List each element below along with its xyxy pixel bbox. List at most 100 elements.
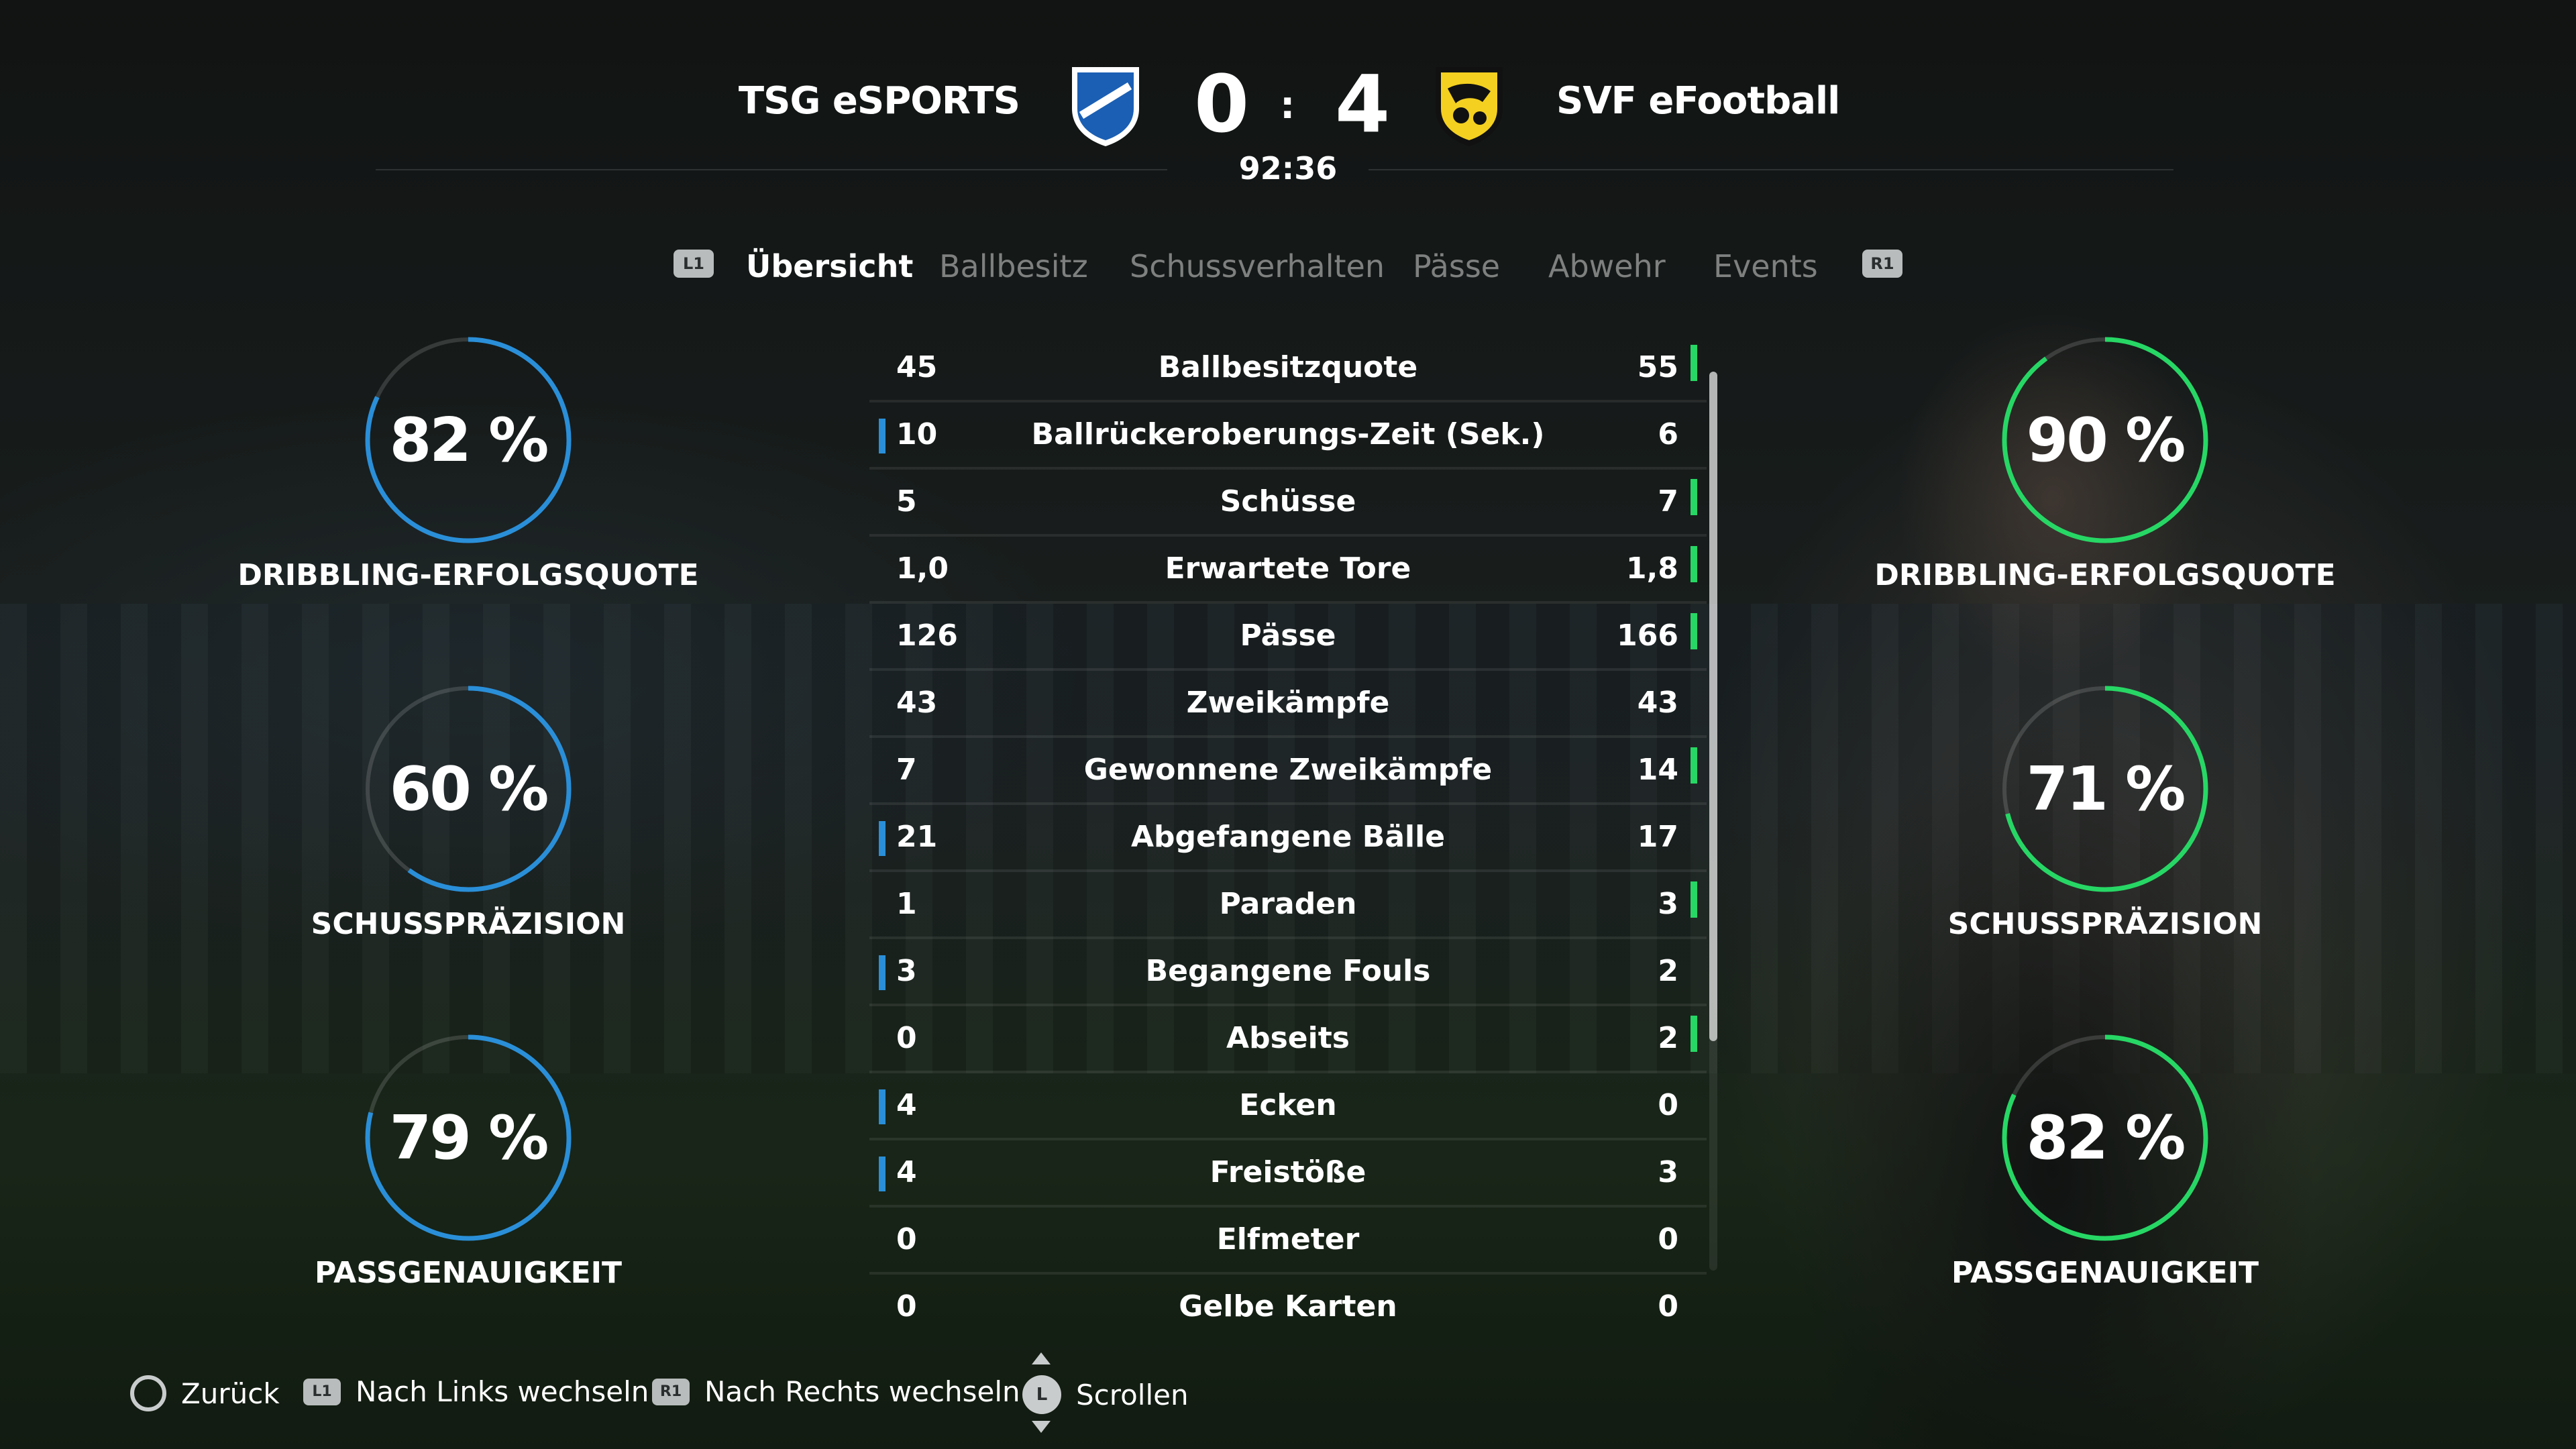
switch-left-hint[interactable]: L1 Nach Links wechseln: [303, 1375, 649, 1408]
home-team-name: TSG eSPORTS: [738, 79, 1020, 123]
tab-passes[interactable]: Pässe: [1413, 248, 1500, 284]
away-stat-value: 166: [1617, 619, 1678, 653]
stat-row: 43 Zweikämpfe 43: [869, 671, 1707, 738]
l1-button-icon: L1: [303, 1378, 341, 1405]
scroll-up-arrow-icon: [1032, 1352, 1051, 1364]
stat-row: 45 Ballbesitzquote 55: [869, 335, 1707, 402]
stats-scrollbar-thumb[interactable]: [1709, 372, 1717, 1041]
stat-row: 5 Schüsse 7: [869, 470, 1707, 537]
home-score: 0: [1194, 58, 1250, 150]
stat-row: 10 Ballrückeroberungs-Zeit (Sek.) 6: [869, 402, 1707, 470]
away-score: 4: [1335, 58, 1391, 150]
away-stat-value: 6: [1658, 417, 1678, 451]
stat-row: 3 Begangene Fouls 2: [869, 939, 1707, 1006]
tab-defense[interactable]: Abwehr: [1548, 248, 1666, 284]
stat-row: 0 Gelbe Karten 0: [869, 1275, 1707, 1339]
tab-events[interactable]: Events: [1713, 248, 1818, 284]
stat-label: Begangene Fouls: [1145, 954, 1431, 988]
away-leader-bar: [1690, 345, 1697, 381]
away-team-name: SVF eFootball: [1556, 79, 1840, 123]
home-shot-accuracy-value: 60 %: [389, 753, 549, 824]
away-leader-bar: [1690, 546, 1697, 582]
stat-label: Zweikämpfe: [1186, 686, 1390, 720]
away-leader-bar: [1690, 613, 1697, 649]
header-divider-left: [376, 169, 1167, 170]
home-dribbling-value: 82 %: [389, 405, 549, 476]
stats-table[interactable]: 45 Ballbesitzquote 55 10 Ballrückeroberungs…: [869, 335, 1707, 1339]
switch-left-label: Nach Links wechseln: [356, 1375, 649, 1408]
stat-label: Paraden: [1219, 887, 1357, 921]
away-dribbling-value: 90 %: [2026, 405, 2186, 476]
stat-label: Elfmeter: [1216, 1222, 1360, 1256]
away-dribbling-label: DRIBBLING-ERFOLGSQUOTE: [1874, 558, 2336, 592]
away-stat-value: 2: [1658, 954, 1678, 988]
away-shot-accuracy-gauge: 71 %: [1998, 682, 2212, 896]
stat-row: 21 Abgefangene Bälle 17: [869, 805, 1707, 872]
away-stat-value: 1,8: [1626, 551, 1678, 586]
away-pass-accuracy-gauge: 82 %: [1998, 1030, 2212, 1245]
away-leader-bar: [1690, 479, 1697, 515]
stat-row: 4 Ecken 0: [869, 1073, 1707, 1140]
switch-right-label: Nach Rechts wechseln: [704, 1375, 1020, 1408]
away-shot-accuracy-value: 71 %: [2026, 753, 2186, 824]
away-stat-value: 17: [1637, 820, 1678, 854]
away-shot-accuracy-label: SCHUSSPRÄZISION: [1947, 907, 2263, 941]
away-leader-bar: [1690, 881, 1697, 918]
stat-label: Pässe: [1240, 619, 1336, 653]
stat-row: 0 Elfmeter 0: [869, 1208, 1707, 1275]
home-pass-accuracy-gauge: 79 %: [361, 1030, 576, 1245]
home-pass-accuracy-label: PASSGENAUIGKEIT: [314, 1256, 623, 1290]
away-stat-value: 0: [1658, 1088, 1678, 1122]
away-stat-value: 14: [1637, 753, 1678, 787]
tab-possession[interactable]: Ballbesitz: [939, 248, 1088, 284]
scroll-down-arrow-icon: [1032, 1421, 1051, 1433]
away-stat-value: 0: [1658, 1222, 1678, 1256]
tab-shooting[interactable]: Schussverhalten: [1130, 248, 1385, 284]
match-stats-screen: TSG eSPORTS 0 : 4 SVF eFootball 92:36 L1…: [0, 0, 2576, 1449]
circle-button-icon: [130, 1375, 166, 1411]
stat-label: Ballrückeroberungs-Zeit (Sek.): [1031, 417, 1545, 451]
back-hint[interactable]: Zurück: [130, 1375, 280, 1411]
stat-label: Freistöße: [1210, 1155, 1366, 1189]
away-stat-value: 55: [1637, 350, 1678, 384]
away-team-crest-icon: [1429, 62, 1509, 149]
home-shot-accuracy-gauge: 60 %: [361, 682, 576, 896]
away-stat-value: 43: [1637, 686, 1678, 720]
stat-row: 4 Freistöße 3: [869, 1140, 1707, 1208]
home-pass-accuracy-value: 79 %: [389, 1102, 549, 1173]
away-stat-value: 0: [1658, 1289, 1678, 1324]
tab-overview[interactable]: Übersicht: [746, 248, 913, 284]
stat-label: Schüsse: [1220, 484, 1356, 519]
stat-row: 126 Pässe 166: [869, 604, 1707, 671]
stat-row: 7 Gewonnene Zweikämpfe 14: [869, 738, 1707, 805]
scroll-label: Scrollen: [1076, 1378, 1189, 1411]
match-clock: 92:36: [1238, 150, 1338, 186]
home-team-crest-icon: [1065, 62, 1146, 149]
away-leader-bar: [1690, 1016, 1697, 1052]
scroll-hint[interactable]: L Scrollen: [1022, 1375, 1189, 1414]
stat-row: 0 Abseits 2: [869, 1006, 1707, 1073]
stat-row: 1,0 Erwartete Tore 1,8: [869, 537, 1707, 604]
left-stick-icon: L: [1022, 1375, 1061, 1414]
away-stat-value: 7: [1658, 484, 1678, 519]
stat-label: Gelbe Karten: [1179, 1289, 1397, 1324]
stat-label: Ecken: [1239, 1088, 1337, 1122]
l1-button-icon[interactable]: L1: [674, 250, 714, 278]
away-pass-accuracy-label: PASSGENAUIGKEIT: [1951, 1256, 2259, 1290]
stat-label: Abgefangene Bälle: [1130, 820, 1446, 854]
stat-label: Gewonnene Zweikämpfe: [1083, 753, 1493, 787]
r1-button-icon: R1: [652, 1378, 690, 1405]
away-leader-bar: [1690, 747, 1697, 784]
back-label: Zurück: [181, 1377, 280, 1410]
away-stat-value: 3: [1658, 887, 1678, 921]
switch-right-hint[interactable]: R1 Nach Rechts wechseln: [652, 1375, 1020, 1408]
away-stat-value: 3: [1658, 1155, 1678, 1189]
away-pass-accuracy-value: 82 %: [2026, 1102, 2186, 1173]
score-separator: :: [1280, 84, 1295, 127]
stat-row: 1 Paraden 3: [869, 872, 1707, 939]
home-dribbling-gauge: 82 %: [361, 333, 576, 547]
r1-button-icon[interactable]: R1: [1862, 250, 1902, 278]
home-shot-accuracy-label: SCHUSSPRÄZISION: [311, 907, 626, 941]
header-divider-right: [1368, 169, 2174, 170]
stat-label: Erwartete Tore: [1165, 551, 1411, 586]
